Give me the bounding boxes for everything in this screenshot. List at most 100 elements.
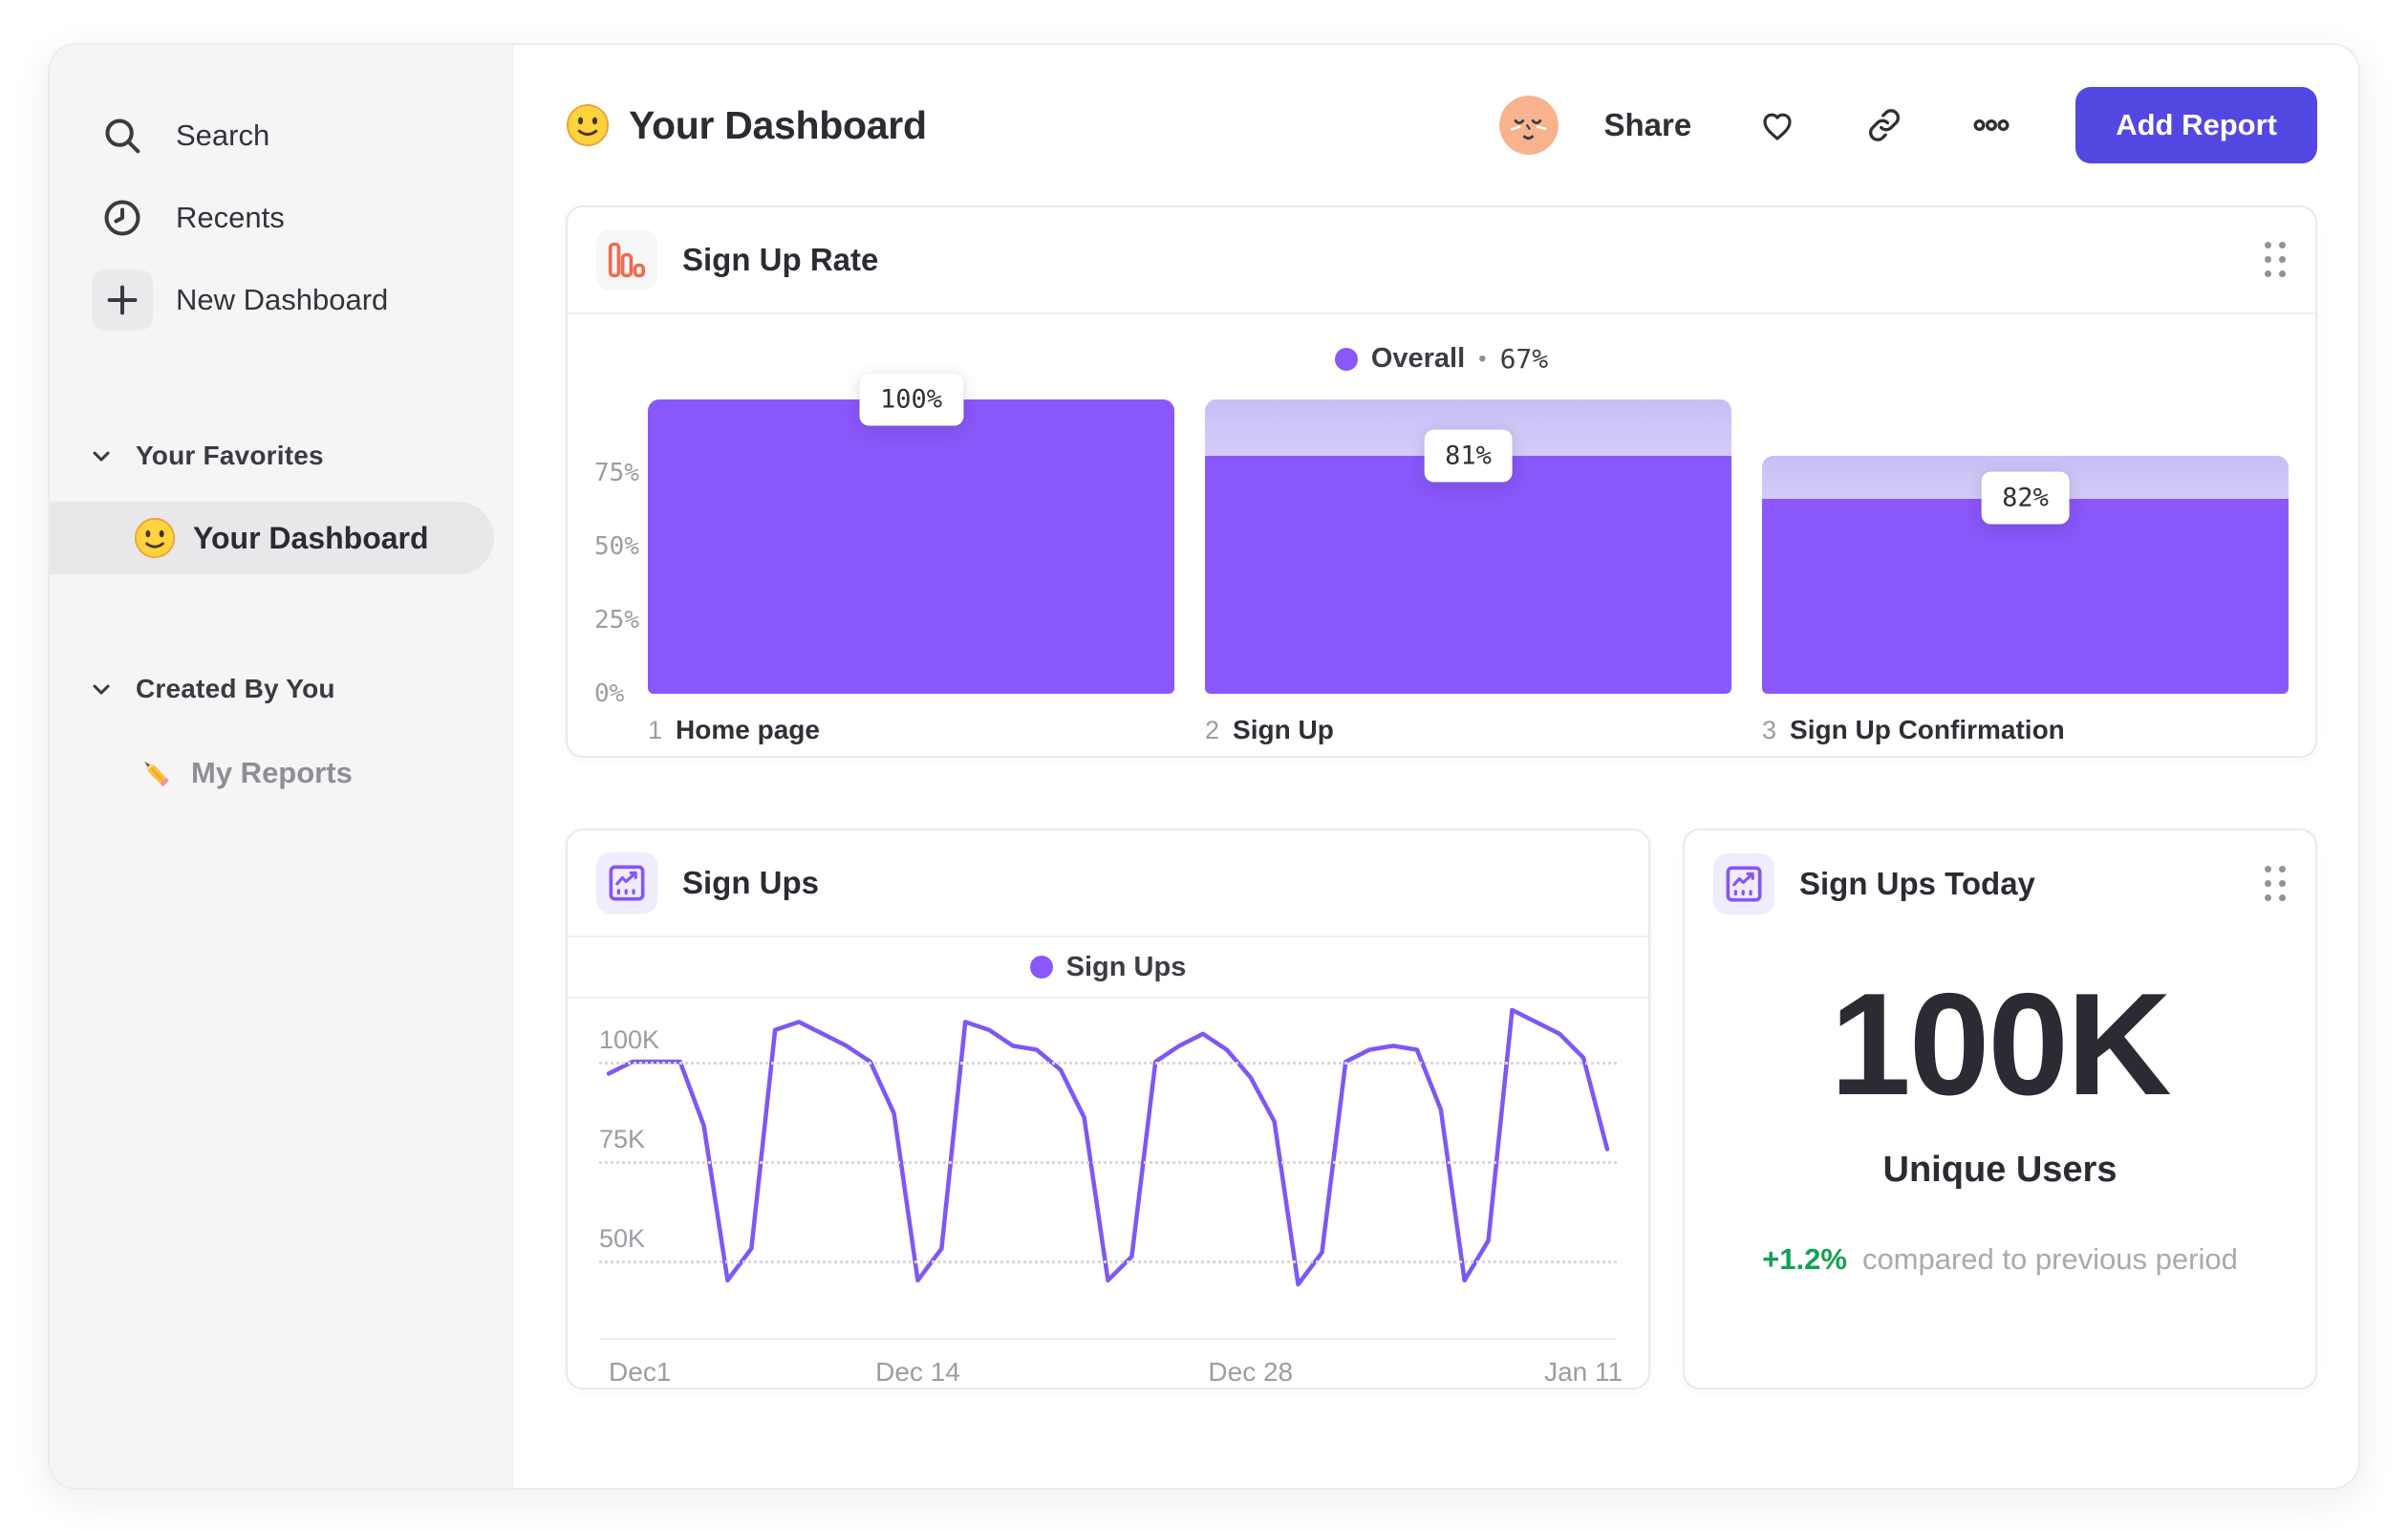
funnel-step-labels: 1 Home page 2 Sign Up 3 Sign Up Confirma…: [568, 715, 2315, 745]
legend-dot: [1334, 347, 1358, 371]
line-chart-icon: [1713, 853, 1774, 915]
header-actions: Share Add Report: [1498, 87, 2317, 163]
y-tick-label: 50K: [599, 1224, 646, 1253]
card-title: Sign Ups: [682, 865, 820, 900]
favorite-heart-icon[interactable]: [1756, 104, 1798, 146]
drag-handle-icon[interactable]: [2265, 242, 2287, 278]
conversion-tooltip: 82%: [1981, 471, 2070, 525]
delta-badge: +1.2%: [1762, 1242, 1847, 1276]
gridline: [599, 1161, 1617, 1164]
funnel-bar-home-page[interactable]: 100%: [648, 373, 1174, 694]
sidebar-section-favorites: Your Favorites Your Dashboard: [50, 425, 512, 574]
sidebar-item-label: Recents: [176, 201, 285, 234]
sidebar-item-recents[interactable]: Recents: [50, 177, 512, 259]
clock-icon: [92, 187, 153, 248]
funnel-bar-converted: [1205, 455, 1731, 694]
x-tick-label: Dec1: [609, 1357, 672, 1387]
funnel-chart: 75% 50% 25% 0% 100% 81% 82%: [568, 373, 2315, 708]
smiley-emoji-icon: [566, 103, 610, 147]
legend-label: Overall: [1370, 343, 1466, 374]
sidebar-item-label: New Dashboard: [176, 283, 389, 316]
signup-rate-card: Sign Up Rate Overall • 67% 75% 50% 25% 0% 1…: [566, 205, 2317, 758]
avatar[interactable]: [1498, 96, 1559, 155]
chevron-down-icon: [93, 684, 110, 695]
copy-link-icon[interactable]: [1863, 104, 1905, 146]
section-header-created-by-you[interactable]: Created By You: [50, 658, 512, 720]
drag-handle-icon[interactable]: [2265, 866, 2287, 902]
funnel-bar-converted: [648, 399, 1174, 694]
conversion-tooltip: 100%: [858, 373, 964, 426]
section-header-your-favorites[interactable]: Your Favorites: [50, 425, 512, 486]
smiley-emoji-icon: [134, 517, 176, 559]
funnel-bar-sign-up-confirmation[interactable]: 82%: [1762, 399, 2289, 694]
section-title: Your Favorites: [136, 441, 324, 470]
section-title: Created By You: [136, 674, 335, 703]
pencil-icon: [144, 761, 169, 786]
funnel-y-tick-label: 25%: [594, 606, 639, 635]
line-series: [606, 1007, 1610, 1287]
metric-body: 100K Unique Users +1.2% compared to prev…: [1685, 972, 2315, 1388]
funnel-y-tick-label: 0%: [594, 679, 625, 708]
conversion-tooltip: 81%: [1424, 429, 1513, 483]
sidebar-nav: Search Recents New Dashboard: [50, 95, 512, 341]
plus-icon: [92, 269, 153, 331]
legend-dot: [1029, 956, 1053, 979]
signup-rate-card-header: Sign Up Rate: [568, 207, 2315, 314]
step-name: Home page: [676, 715, 820, 744]
funnel-bar-sign-up[interactable]: 81%: [1205, 399, 1731, 694]
signups-today-card: Sign Ups Today 100K Unique Users +1.2% c…: [1683, 829, 2317, 1389]
app-window: Search Recents New Dashboard Your Favori…: [48, 43, 2360, 1490]
x-tick-label: Dec 28: [1208, 1357, 1294, 1387]
step-label: 3 Sign Up Confirmation: [1762, 715, 2289, 745]
more-options-icon[interactable]: [1970, 104, 2012, 146]
sidebar-item-your-dashboard[interactable]: Your Dashboard: [50, 502, 494, 574]
step-name: Sign Up: [1233, 715, 1334, 744]
funnel-chart-icon: [596, 229, 657, 291]
share-button[interactable]: Share: [1604, 107, 1692, 143]
line-chart-icon: [596, 852, 657, 914]
add-report-button[interactable]: Add Report: [2075, 87, 2317, 163]
step-label: 1 Home page: [648, 715, 1174, 745]
gridline: [599, 1260, 1617, 1263]
metric-delta-row: +1.2% compared to previous period: [1762, 1242, 2238, 1277]
delta-note: compared to previous period: [1861, 1242, 2238, 1276]
x-tick-label: Dec 14: [875, 1357, 960, 1387]
step-name: Sign Up Confirmation: [1790, 715, 2065, 744]
step-label: 2 Sign Up: [1205, 715, 1731, 745]
signups-card-header: Sign Ups: [568, 830, 1648, 937]
sidebar-item-label: My Reports: [191, 756, 353, 789]
funnel-y-tick-label: 75%: [594, 459, 639, 487]
sidebar: Search Recents New Dashboard Your Favori…: [50, 45, 513, 1488]
sidebar-item-my-reports[interactable]: My Reports: [50, 744, 512, 802]
dashboard-header: Your Dashboard Share Add Report: [566, 45, 2317, 205]
sidebar-section-created: Created By You My Reports: [50, 658, 512, 802]
gridline: [599, 1062, 1617, 1065]
bottom-cards-row: Sign Ups Sign Ups 100K 75K 50K Dec1 Dec 14 D…: [566, 829, 2317, 1389]
main-content: Your Dashboard Share Add Report Sign Up …: [513, 45, 2358, 1488]
funnel-y-tick-label: 50%: [594, 532, 639, 561]
signups-card: Sign Ups Sign Ups 100K 75K 50K Dec1 Dec 14 D…: [566, 829, 1650, 1389]
funnel-bar-converted: [1762, 498, 2289, 694]
page-title: Your Dashboard: [629, 102, 927, 147]
sidebar-item-label: Your Dashboard: [193, 520, 429, 555]
step-number: 2: [1205, 716, 1220, 744]
signups-line-chart: 100K 75K 50K: [599, 999, 1617, 1338]
search-icon: [92, 105, 153, 166]
sidebar-item-search[interactable]: Search: [50, 95, 512, 177]
funnel-y-axis: 75% 50% 25% 0%: [594, 399, 639, 708]
metric-label: Unique Users: [1882, 1150, 2118, 1190]
metric-value: 100K: [1830, 963, 2171, 1126]
legend-separator: •: [1478, 345, 1487, 372]
signups-legend: Sign Ups: [568, 937, 1648, 999]
sidebar-item-label: Search: [176, 118, 270, 152]
x-tick-label: Jan 11: [1544, 1357, 1623, 1387]
y-tick-label: 100K: [599, 1025, 660, 1054]
step-number: 1: [648, 716, 663, 744]
card-title: Sign Ups Today: [1799, 866, 2035, 901]
funnel-legend: Overall • 67%: [568, 343, 2315, 375]
legend-value: 67%: [1499, 343, 1549, 375]
chevron-down-icon: [93, 451, 110, 462]
funnel-bars: 100% 81% 82%: [648, 373, 2289, 694]
step-number: 3: [1762, 716, 1777, 744]
sidebar-item-new-dashboard[interactable]: New Dashboard: [50, 259, 512, 341]
